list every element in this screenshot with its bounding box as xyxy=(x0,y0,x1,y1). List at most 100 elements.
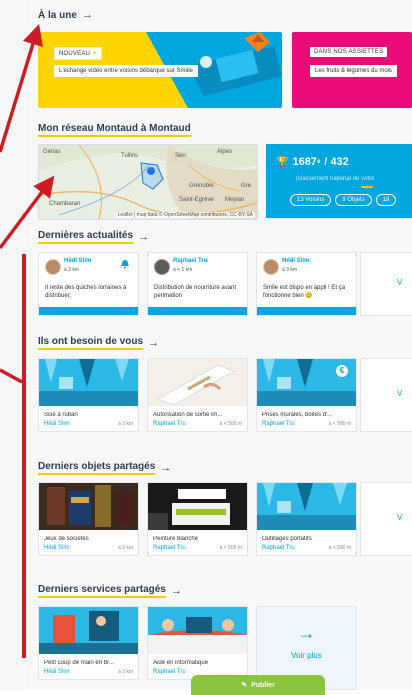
card-owner: Raphael Tru xyxy=(153,421,186,427)
pill-objets[interactable]: 9 Objets xyxy=(335,194,372,206)
card-image xyxy=(148,359,247,406)
author-distance: à 3 km xyxy=(64,267,80,273)
page: À la une → NOUVEAU ✦ L'échange vidéo ent… xyxy=(0,0,412,695)
publish-button[interactable]: ✎ Publier xyxy=(191,675,325,695)
sparkle-icon: ✦ xyxy=(91,51,98,57)
news-card[interactable]: Raphael Tru à < 1 km Distribution de nou… xyxy=(147,252,248,316)
section-title-reseau: Mon réseau Montaud à Montaud xyxy=(38,123,191,137)
avatar xyxy=(45,259,61,275)
stats-pills: 13 Voisins 9 Objets 18 xyxy=(290,194,397,206)
author-name: Hédi Slim xyxy=(64,258,92,264)
card-distance: à 3 km xyxy=(117,421,133,427)
section-label: À la une xyxy=(38,9,77,21)
request-card[interactable]: € Prises murales, boites d'... Raphael T… xyxy=(256,358,357,432)
pill-voisins[interactable]: 13 Voisins xyxy=(290,194,332,206)
map-place: Chambaran xyxy=(49,201,80,207)
avatar xyxy=(154,259,170,275)
arrow-right-icon: → xyxy=(170,585,182,597)
request-card[interactable]: Autorisation de sortie im... Raphael Tru… xyxy=(147,358,248,432)
map-place: Grenoble xyxy=(189,183,214,189)
requests-see-more[interactable]: V xyxy=(360,358,412,432)
card-footer-bar xyxy=(257,307,356,315)
banner-video-exchange[interactable]: NOUVEAU ✦ L'échange vidéo entre voisins … xyxy=(38,32,282,108)
card-distance: à < 500 m xyxy=(328,421,351,427)
card-distance: à 3 km xyxy=(117,669,133,675)
map-place: Genas xyxy=(43,149,61,155)
card-image xyxy=(39,483,138,530)
news-text: Smile est dispo en appli ! Et ça fonctio… xyxy=(263,285,346,299)
object-card[interactable]: Peinture blanche Raphael Tru à < 500 m xyxy=(147,482,248,556)
map-place: Sérr xyxy=(175,153,186,159)
card-title: Outillages portatifs xyxy=(262,536,312,542)
card-footer-bar xyxy=(39,307,138,315)
network-stats: 🏆 1687 e / 432 (classement national de vo… xyxy=(266,144,412,218)
objects-see-more[interactable]: V xyxy=(360,482,412,556)
banner-fruits-legumes[interactable]: DANS NOS ASSIETTES Les fruits & légumes … xyxy=(292,32,412,108)
card-distance: à < 500 m xyxy=(219,421,242,427)
section-title-objets[interactable]: Derniers objets partagés → xyxy=(38,461,171,475)
card-owner: Hédi Slim xyxy=(44,545,70,551)
section-label: Mon réseau Montaud à Montaud xyxy=(38,123,191,137)
card-owner: Raphael Tru xyxy=(262,545,295,551)
see-more-label: V xyxy=(397,278,403,287)
author-distance: à 3 km xyxy=(282,267,298,273)
news-card[interactable]: Hédi Slim à 3 km Il reste des quiches lo… xyxy=(38,252,139,316)
news-see-more[interactable]: V xyxy=(360,252,412,316)
request-card[interactable]: Scie à ruban Hédi Slim à 3 km xyxy=(38,358,139,432)
service-card[interactable]: Aide en informatique Raphael Tru xyxy=(147,606,248,680)
map-place: Alpes xyxy=(217,149,232,155)
section-label: Derniers services partagés xyxy=(38,584,166,598)
arrow-right-icon: → xyxy=(138,231,150,243)
card-distance: à < 500 m xyxy=(219,545,242,551)
card-title: Autorisation de sortie im... xyxy=(153,412,223,418)
avatar xyxy=(263,259,279,275)
euro-icon: € xyxy=(336,365,348,377)
arrow-right-icon: → xyxy=(81,9,93,21)
object-card[interactable]: Outillages portatifs Raphael Tru à < 500… xyxy=(256,482,357,556)
object-card[interactable]: Jeux de sociétés Hédi Slim à 3 km xyxy=(38,482,139,556)
card-owner: Raphael Tru xyxy=(153,669,186,675)
arrow-right-icon: → xyxy=(148,337,160,349)
section-label: Ils ont besoin de vous xyxy=(38,336,144,350)
rank: 🏆 1687 e / 432 xyxy=(276,156,349,168)
card-image xyxy=(39,359,138,406)
section-title-a-la-une[interactable]: À la une → xyxy=(38,9,93,21)
card-title: Aide en informatique xyxy=(153,660,209,666)
card-image xyxy=(148,483,247,530)
rank-suffix: e xyxy=(316,159,321,165)
card-owner: Raphael Tru xyxy=(262,421,295,427)
service-card[interactable]: Petit coup de main en br... Hédi Slim à … xyxy=(38,606,139,680)
voir-plus-label: Voir plus xyxy=(291,651,322,660)
section-title-services[interactable]: Derniers services partagés → xyxy=(38,584,182,598)
card-title: Jeux de sociétés xyxy=(44,536,89,542)
trophy-icon: 🏆 xyxy=(276,156,289,168)
author-name: Raphael Tru xyxy=(173,258,208,264)
see-more-label: V xyxy=(397,389,403,398)
card-image xyxy=(39,607,138,654)
card-distance: à 3 km xyxy=(117,545,133,551)
card-title: Prises murales, boites d'... xyxy=(262,412,333,418)
annotation-bracket-line xyxy=(22,254,26,658)
see-more-label: V xyxy=(397,513,403,522)
section-title-actualites[interactable]: Dernières actualités → xyxy=(38,230,149,244)
news-card[interactable]: Hédi Slim à 3 km Smile est dispo en appl… xyxy=(256,252,357,316)
network-map[interactable]: Genas Tullins Sérr Alpes Grenoble Chamba… xyxy=(38,144,258,220)
card-owner: Hédi Slim xyxy=(44,421,70,427)
map-place: Saint-Egrève xyxy=(179,197,214,203)
section-label: Dernières actualités xyxy=(38,230,134,244)
banner-description: L'échange vidéo entre voisins débarque s… xyxy=(54,65,198,77)
card-footer-bar xyxy=(148,307,247,315)
banner-description: Les fruits & légumes du mois xyxy=(310,65,398,77)
map-place: Meylan xyxy=(225,197,244,203)
section-label: Derniers objets partagés xyxy=(38,461,156,475)
bell-icon xyxy=(121,260,129,269)
section-title-besoin[interactable]: Ils ont besoin de vous → xyxy=(38,336,159,350)
rank-total: / 432 xyxy=(324,156,349,168)
rank-subtitle: (classement national de votre xyxy=(296,176,375,182)
divider xyxy=(361,186,373,188)
card-title: Scie à ruban xyxy=(44,412,78,418)
pill-more[interactable]: 18 xyxy=(375,194,397,206)
arrow-right-icon: → xyxy=(297,623,316,643)
author-distance: à < 1 km xyxy=(173,267,193,273)
map-credit[interactable]: Leaflet | map data © OpenStreetMap contr… xyxy=(115,212,255,218)
